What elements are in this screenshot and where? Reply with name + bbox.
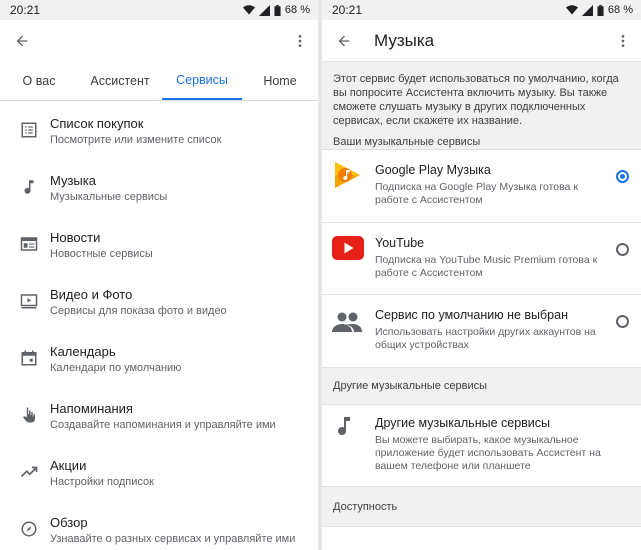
wifi-icon <box>565 5 578 15</box>
battery-icon <box>597 4 604 16</box>
calendar-icon <box>21 350 37 366</box>
service-youtube[interactable]: YouTube Подписка на YouTube Music Premiu… <box>322 222 641 295</box>
item-title: Видео и Фото <box>50 287 133 302</box>
google-play-music-icon <box>335 162 360 188</box>
item-subtitle: Настройки подписок <box>50 476 154 488</box>
accessibility-list-start <box>322 526 641 550</box>
radio-youtube[interactable] <box>616 243 629 256</box>
list-item-stocks[interactable]: Акции Настройки подписок <box>0 455 318 512</box>
battery-level: 68 % <box>284 4 310 16</box>
service-google-play-music[interactable]: Google Play Музыка Подписка на Google Pl… <box>322 149 641 223</box>
item-subtitle: Посмотрите или измените список <box>50 134 222 146</box>
arrow-back-icon <box>338 35 350 46</box>
tab-services[interactable]: Сервисы <box>162 62 242 100</box>
item-title: Календарь <box>50 344 116 359</box>
music-settings-screen: 20:21 68 % Музыка Этот сервис будет испо… <box>322 0 641 550</box>
item-subtitle: Новостные сервисы <box>50 248 153 260</box>
more-vert-icon <box>298 35 302 47</box>
list-item-music[interactable]: Музыка Музыкальные сервисы <box>0 170 318 227</box>
item-title: Список покупок <box>50 116 144 131</box>
item-subtitle: Сервисы для показа фото и видео <box>50 305 227 317</box>
item-title: Напоминания <box>50 401 133 416</box>
more-options-button[interactable] <box>288 29 312 53</box>
section-header-other-services: Другие музыкальные сервисы <box>322 367 641 404</box>
tab-assistant[interactable]: Ассистент <box>78 62 162 100</box>
other-services-subtitle: Вы можете выбирать, какое музыкальное пр… <box>375 434 601 472</box>
arrow-back-icon <box>16 35 28 47</box>
wifi-icon <box>242 5 255 15</box>
stocks-icon <box>20 466 38 478</box>
item-subtitle: Создавайте напоминания и управляйте ими <box>50 419 276 431</box>
list-item-explore[interactable]: Обзор Узнавайте о разных сервисах и упра… <box>0 512 318 550</box>
signal-icon <box>581 4 593 16</box>
content: Этот сервис будет использоваться по умол… <box>322 62 641 550</box>
battery-level: 68 % <box>607 4 633 16</box>
back-button[interactable] <box>10 29 34 53</box>
list-item-video-photo[interactable]: Видео и Фото Сервисы для показа фото и в… <box>0 284 318 341</box>
item-title: Новости <box>50 230 101 245</box>
list-item-news[interactable]: Новости Новостные сервисы <box>0 227 318 284</box>
page-title: Музыка <box>374 30 435 50</box>
app-bar <box>0 20 318 62</box>
service-subtitle: Подписка на YouTube Music Premium готова… <box>375 254 598 279</box>
service-name: Сервис по умолчанию не выбран <box>375 308 568 322</box>
radio-google-play-music[interactable] <box>616 170 629 183</box>
tab-bar: О вас Ассистент Сервисы Home <box>0 62 318 101</box>
youtube-icon <box>332 236 364 260</box>
status-bar: 20:21 68 % <box>322 0 641 20</box>
tab-home[interactable]: Home <box>242 62 318 100</box>
item-subtitle: Календари по умолчанию <box>50 362 182 374</box>
more-vert-icon <box>621 35 625 47</box>
list-item-shopping[interactable]: Список покупок Посмотрите или измените с… <box>0 113 318 170</box>
service-subtitle: Использовать настройки других аккаунтов … <box>375 326 596 351</box>
list-item-reminders[interactable]: Напоминания Создавайте напоминания и упр… <box>0 398 318 455</box>
news-icon <box>20 237 38 251</box>
list-item-calendar[interactable]: Календарь Календари по умолчанию <box>0 341 318 398</box>
back-button[interactable] <box>332 29 356 53</box>
item-subtitle: Узнавайте о разных сервисах и управляйте… <box>50 533 296 545</box>
item-title: Акции <box>50 458 87 473</box>
music-note-icon <box>338 417 350 436</box>
item-title: Музыка <box>50 173 96 188</box>
status-time: 20:21 <box>332 3 363 17</box>
radio-none[interactable] <box>616 315 629 328</box>
reminder-hand-icon <box>23 407 35 423</box>
people-icon <box>332 312 362 332</box>
item-title: Обзор <box>50 515 88 530</box>
signal-icon <box>258 4 270 16</box>
music-note-icon <box>24 180 34 194</box>
section-header-accessibility: Доступность <box>322 486 641 527</box>
service-name: Google Play Музыка <box>375 163 491 177</box>
list-icon <box>21 122 37 138</box>
service-name: YouTube <box>375 236 425 250</box>
more-options-button[interactable] <box>611 29 635 53</box>
service-subtitle: Подписка на Google Play Музыка готова к … <box>375 181 578 206</box>
description-text: Этот сервис будет использоваться по умол… <box>333 73 619 127</box>
status-time: 20:21 <box>10 3 41 17</box>
video-icon <box>20 294 38 309</box>
services-screen: 20:21 68 % О вас Ассистент Сервисы Home … <box>0 0 318 550</box>
battery-icon <box>274 4 281 16</box>
other-services-title: Другие музыкальные сервисы <box>375 416 551 430</box>
status-bar: 20:21 68 % <box>0 0 318 20</box>
app-bar: Музыка <box>322 20 641 62</box>
item-subtitle: Музыкальные сервисы <box>50 191 168 203</box>
compass-icon <box>21 521 37 537</box>
tab-about[interactable]: О вас <box>0 62 78 100</box>
other-music-services[interactable]: Другие музыкальные сервисы Вы можете выб… <box>322 404 641 487</box>
service-none[interactable]: Сервис по умолчанию не выбран Использова… <box>322 294 641 368</box>
